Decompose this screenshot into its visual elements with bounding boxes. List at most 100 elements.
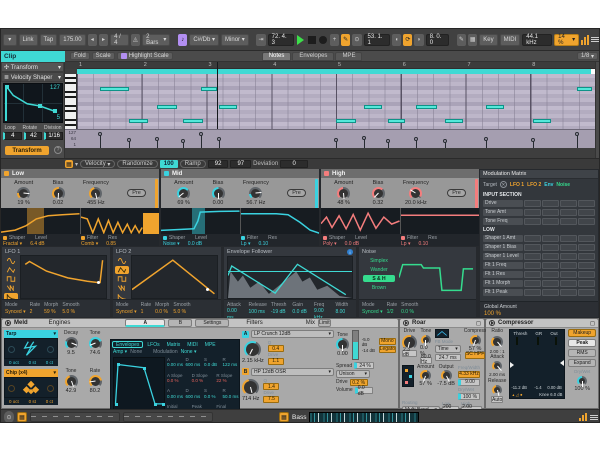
thresh-value[interactable]: -11.2 dB	[511, 385, 527, 390]
lane-add-icon[interactable]: ▦	[65, 160, 73, 168]
env-param[interactable]: R122 ms	[223, 357, 240, 368]
matrix-cell[interactable]	[542, 244, 559, 251]
comp-drywet-knob[interactable]	[577, 376, 587, 386]
lfo2-mode-value[interactable]: Synced ▾	[116, 309, 137, 315]
pre-button[interactable]: Pre	[447, 189, 466, 197]
env-param-value[interactable]: 22 %	[216, 378, 239, 383]
limit-toggle[interactable]: Limit	[318, 319, 331, 327]
follow-icon[interactable]: ⇥	[256, 34, 265, 46]
sc-hpf-button[interactable]: SC HPF	[465, 352, 485, 359]
bias-knob[interactable]	[372, 187, 385, 200]
nudge-down-icon[interactable]: ◂	[88, 34, 97, 46]
midi-note[interactable]	[577, 87, 593, 91]
engine-b-oct[interactable]: 0 oct	[9, 399, 19, 404]
band-led[interactable]	[4, 171, 9, 176]
midi-note[interactable]	[183, 119, 203, 123]
env-node[interactable]	[162, 403, 165, 406]
matrix-cell[interactable]	[560, 209, 577, 216]
noise-smooth-value[interactable]: 0.0 %	[401, 309, 418, 315]
mix-tone-knob[interactable]	[336, 338, 349, 351]
roar-amount-value[interactable]: 57 %	[419, 381, 432, 387]
matrix-cell[interactable]	[524, 262, 541, 269]
attack-knob[interactable]	[492, 361, 502, 371]
meld-tab-mpe[interactable]: MPE	[202, 341, 219, 348]
clip-scrollbar[interactable]	[595, 62, 600, 158]
matrix-row-label[interactable]: Flt 1 Peak	[483, 289, 523, 296]
matrix-cell[interactable]	[578, 280, 595, 287]
clip-overview-button[interactable]: ▦	[17, 412, 27, 422]
env-param[interactable]: A Slope0.0 %	[167, 373, 190, 384]
pre-button[interactable]: Pre	[127, 189, 146, 197]
roar-amount-knob[interactable]	[420, 370, 431, 381]
engine-a-select[interactable]: Tarp▾	[4, 330, 58, 338]
key-map-button[interactable]: Key	[479, 34, 497, 46]
ramp-from-value[interactable]: 92	[208, 160, 229, 168]
matrix-cell[interactable]	[524, 209, 541, 216]
matrix-cell[interactable]	[560, 218, 577, 225]
curve-node[interactable]	[5, 85, 9, 89]
velocity-marker[interactable]	[199, 132, 203, 136]
env-param-value[interactable]: 0.00 ms	[167, 394, 184, 399]
filter-a-q-value[interactable]: 0.4	[268, 345, 284, 352]
modulation-target-select[interactable]: None ▾	[181, 349, 197, 355]
env-param[interactable]: S0.0 dB	[204, 357, 221, 368]
tab-envelopes[interactable]: Envelopes	[292, 52, 334, 61]
knob-value[interactable]: 0.02	[53, 200, 64, 206]
meld-tab-lfos[interactable]: LFOs	[144, 341, 162, 348]
shaper-display[interactable]	[321, 208, 400, 234]
roar-power-button[interactable]	[403, 320, 409, 326]
meld-tab-midi[interactable]: MIDI	[184, 341, 201, 348]
env-node[interactable]	[115, 403, 118, 406]
meld-tab-envelopes[interactable]: Envelopes	[112, 341, 143, 348]
cpu-load-display[interactable]: 14 % ▾	[554, 34, 579, 46]
midi-note[interactable]	[364, 105, 382, 109]
matrix-row-label[interactable]: Flt 1 Freq	[483, 262, 523, 269]
clear-targets-icon[interactable]: ✕	[500, 181, 507, 188]
meld-knob-value[interactable]: 74.6	[90, 350, 101, 356]
velocity-marker[interactable]	[531, 138, 535, 142]
frequency-knob[interactable]	[249, 187, 262, 200]
roar-output-value[interactable]: -7.5 dB	[437, 381, 455, 387]
engine-a-st[interactable]: 0 st	[29, 360, 36, 365]
engine-b-st[interactable]: 0 st	[29, 399, 36, 404]
amp-target[interactable]: None	[130, 349, 142, 355]
lfo1-mode-value[interactable]: Synced ▾	[5, 309, 26, 315]
shaper-enable-checkbox[interactable]	[163, 236, 167, 240]
matrix-cell[interactable]	[542, 289, 559, 296]
curve-node[interactable]	[38, 104, 42, 108]
new-midi-icon[interactable]: +	[330, 34, 339, 46]
band-led[interactable]	[164, 171, 169, 176]
knee-value[interactable]: Knee 6.0 dB	[539, 392, 562, 397]
matrix-cell[interactable]	[578, 289, 595, 296]
noise-type-simplex[interactable]: Simplex	[363, 257, 395, 264]
meld-tab-matrix[interactable]: Matrix	[164, 341, 184, 348]
env-param[interactable]: R Slope22 %	[216, 373, 239, 384]
engine-a-macro1-knob[interactable]	[8, 346, 15, 353]
knee-icons[interactable]: ▴ ◿ ●	[512, 392, 522, 397]
velocity-marker[interactable]	[155, 137, 159, 141]
env-param-value[interactable]: 0.0 %	[204, 394, 221, 399]
matrix-cell[interactable]	[560, 200, 577, 207]
release-knob[interactable]	[492, 385, 502, 395]
draw-icon[interactable]: ✎	[457, 34, 466, 46]
engine-b-ct[interactable]: 0 ct	[46, 399, 53, 404]
env-param[interactable]: A0.00 ms	[167, 357, 184, 368]
matrix-cell[interactable]	[542, 209, 559, 216]
filter-a-freq-value[interactable]: 2.15 kHz	[242, 358, 264, 364]
envfollower-display[interactable]	[227, 256, 353, 299]
meld-decay-knob[interactable]	[65, 337, 78, 350]
fold-button[interactable]: Fold	[70, 52, 90, 60]
meld-rate-knob[interactable]	[89, 375, 102, 388]
matrix-cell[interactable]	[524, 218, 541, 225]
roar-tone-freq[interactable]: 80.0 Hz	[420, 357, 432, 364]
wave-icon-0[interactable]	[115, 257, 129, 265]
division-param-value[interactable]: 1/16	[44, 132, 63, 140]
meld-power-button[interactable]	[5, 320, 11, 326]
quantize-menu[interactable]: 2 Bars ▾	[142, 34, 170, 46]
rotate-param-value[interactable]: 42	[24, 132, 43, 140]
status-menu-icon[interactable]	[590, 414, 598, 421]
highlight-scale-toggle[interactable]: Highlight Scale	[117, 52, 173, 60]
transform-apply-button[interactable]: Transform	[5, 146, 49, 155]
velocity-marker[interactable]	[443, 139, 447, 143]
matrix-row-label[interactable]: Drive	[483, 200, 523, 207]
